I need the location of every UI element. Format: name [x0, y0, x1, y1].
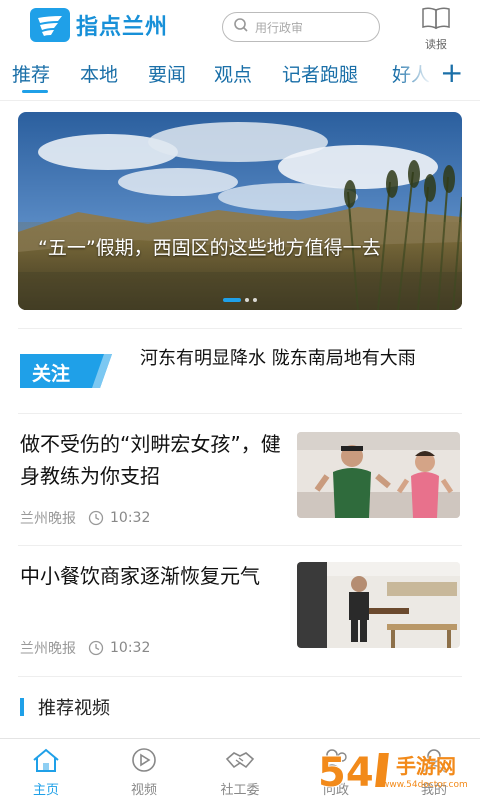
divider: [18, 413, 462, 414]
book-icon: [421, 6, 451, 34]
section-header: 推荐视频: [20, 694, 110, 720]
app-logo[interactable]: 指点兰州: [30, 8, 168, 42]
featured-banner[interactable]: “五一”假期，西固区的这些地方值得一去: [18, 112, 462, 310]
section-accent-bar: [20, 698, 24, 716]
divider: [18, 328, 462, 329]
divider: [18, 545, 462, 546]
search-placeholder: 用行政审: [255, 20, 304, 35]
tab-opinion[interactable]: 观点: [214, 60, 252, 87]
logo-text: 指点兰州: [76, 15, 169, 40]
news-time: 10:32: [110, 640, 151, 656]
logo-mark-icon: [30, 8, 70, 42]
focus-badge-label: 关注: [32, 363, 71, 385]
nav-video[interactable]: 视频: [114, 747, 174, 798]
section-title: 推荐视频: [38, 698, 110, 719]
read-paper-label: 读报: [425, 38, 447, 51]
add-channel-icon[interactable]: +: [440, 56, 463, 90]
home-icon: [31, 747, 61, 777]
tab-recommend[interactable]: 推荐: [12, 60, 50, 87]
news-thumbnail[interactable]: [297, 432, 460, 518]
news-source: 兰州晚报: [20, 641, 76, 657]
carousel-dot-active[interactable]: [223, 298, 241, 302]
tab-reporter-errands[interactable]: 记者跑腿: [282, 60, 358, 87]
divider: [18, 676, 462, 677]
active-tab-indicator: [22, 90, 48, 93]
nav-home[interactable]: 主页: [16, 747, 76, 798]
site-watermark: 54 手游网 www.54doctor.com: [316, 742, 480, 800]
search-input[interactable]: 用行政审: [222, 12, 380, 42]
news-meta: 兰州晚报 10:32: [20, 638, 150, 658]
nav-label: 视频: [130, 783, 157, 798]
handshake-icon: [224, 747, 256, 777]
category-tabs: 推荐 本地 要闻 观点 记者跑腿 好人 +: [0, 54, 480, 98]
focus-badge: 关注: [20, 354, 112, 388]
news-meta: 兰州晚报 10:32: [20, 508, 150, 528]
nav-social-work[interactable]: 社工委: [210, 747, 270, 798]
news-title[interactable]: 做不受伤的“刘畊宏女孩”，健身教练为你支招: [20, 428, 288, 492]
search-icon: [233, 17, 249, 37]
watermark-text: 手游网: [396, 754, 456, 778]
news-title[interactable]: 中小餐饮商家逐渐恢复元气: [20, 560, 288, 592]
carousel-dot[interactable]: [253, 298, 257, 302]
carousel-dot[interactable]: [245, 298, 249, 302]
nav-label: 社工委: [220, 783, 260, 798]
nav-label: 主页: [32, 783, 59, 798]
app-header: 指点兰州 用行政审 读报: [0, 0, 480, 52]
clock-icon: [88, 510, 104, 526]
tab-local[interactable]: 本地: [80, 60, 118, 87]
clock-icon: [88, 640, 104, 656]
news-source: 兰州晚报: [20, 511, 76, 527]
tab-headlines[interactable]: 要闻: [148, 60, 186, 87]
read-paper-button[interactable]: 读报: [414, 6, 458, 51]
play-icon: [129, 747, 159, 777]
banner-image: [18, 112, 462, 310]
banner-title: “五一”假期，西固区的这些地方值得一去: [38, 237, 381, 259]
news-thumbnail[interactable]: [297, 562, 460, 648]
focus-headline[interactable]: 河东有明显降水 陇东南局地有大雨: [140, 345, 460, 372]
divider: [0, 100, 480, 101]
news-time: 10:32: [110, 510, 151, 526]
watermark-url: www.54doctor.com: [382, 780, 468, 790]
tabs-fade: [396, 54, 432, 98]
svg-text:54: 54: [318, 750, 374, 796]
carousel-indicator: [18, 298, 462, 302]
